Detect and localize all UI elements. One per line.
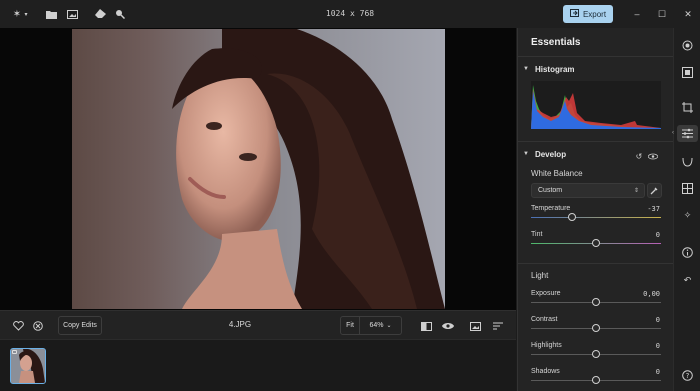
slider-value[interactable]: 0,00 [643,290,660,298]
image-dimensions: 1024 x 768 [325,9,375,18]
white-balance-select[interactable]: Custom ⇕ [531,183,645,198]
slider-handle[interactable] [592,376,600,384]
right-tool-rail: ✧ ↶ ? [673,28,700,391]
up-down-chevron-icon: ⇕ [633,188,639,194]
crop-icon[interactable] [681,101,694,114]
chevron-down-icon: ⌄ [386,323,392,329]
histogram-header[interactable]: ▼ Histogram [523,63,668,75]
slider-handle[interactable] [592,350,600,358]
undo-history-icon[interactable]: ↶ [681,274,694,287]
image-icon[interactable] [65,7,79,21]
slider-value[interactable]: 0 [656,368,660,376]
adjustments-sliders-icon[interactable] [681,127,694,140]
sort-lines-icon[interactable] [491,319,505,333]
slider-value[interactable]: 0 [656,342,660,350]
slider-label: Highlights [531,342,562,349]
panel-title: Essentials [531,37,581,48]
export-label: Export [582,9,607,19]
copy-edits-button[interactable]: Copy Edits [58,316,102,335]
title-bar: ✶ ▾ 1024 x 768 Export – ☐ ✕ [0,0,700,28]
chevron-down-icon[interactable]: ▾ [22,7,30,21]
essentials-panel: Essentials ▼ Histogram ▼ Develop ↺ White… [517,28,673,391]
eraser-icon[interactable] [93,7,107,21]
slider-label: Contrast [531,316,558,323]
develop-title: Develop [534,149,567,159]
export-icon [569,9,579,19]
slider-label: Temperature [531,205,571,212]
export-button[interactable]: Export [563,5,613,23]
reset-icon[interactable]: ↺ [634,151,644,161]
slider-handle[interactable] [592,239,600,247]
help-icon[interactable]: ? [681,369,694,382]
zoom-value: 64% [369,322,384,329]
edited-badge-icon [12,350,17,354]
photo-preview[interactable] [72,29,445,309]
folder-icon[interactable] [44,7,58,21]
eye-icon[interactable] [441,319,455,333]
eyedropper-icon[interactable] [647,183,662,198]
presets-icon[interactable] [681,39,694,52]
heart-icon[interactable] [11,319,25,333]
slider-value[interactable]: 0 [656,316,660,324]
search-icon[interactable] [113,7,127,21]
image-icon[interactable] [468,319,482,333]
zoom-dropdown[interactable]: 64% ⌄ [360,316,402,335]
caret-down-icon: ▼ [523,151,529,157]
bottom-toolbar: Copy Edits 4.JPG Fit 64% ⌄ [0,310,516,339]
slider-label: Shadows [531,368,560,375]
slider-value[interactable]: -37 [647,205,660,213]
close-icon[interactable]: ✕ [682,8,694,20]
white-balance-label: White Balance [531,169,583,178]
face-retouch-icon[interactable] [681,155,694,168]
filename-label: 4.JPG [228,320,252,329]
effects-sparkle-icon[interactable]: ✧ [681,209,694,222]
caret-down-icon: ▼ [523,66,529,72]
divider [518,56,673,57]
minimize-icon[interactable]: – [631,8,643,20]
slider-label: Exposure [531,290,561,297]
light-title: Light [531,271,549,280]
reject-icon[interactable] [31,319,45,333]
slider-label: Tint [531,231,543,238]
slider-handle[interactable] [567,213,576,221]
slider-value[interactable]: 0 [656,231,660,239]
develop-header[interactable]: ▼ Develop [523,148,668,160]
divider [518,263,673,264]
maximize-icon[interactable]: ☐ [656,8,668,20]
fit-button[interactable]: Fit [340,316,360,335]
svg-text:?: ? [686,372,690,380]
divider [518,141,673,142]
slider-track[interactable] [531,217,661,218]
filmstrip [0,339,516,391]
histogram-title: Histogram [534,64,575,74]
slider-handle[interactable] [592,298,600,306]
grid-layers-icon[interactable] [681,182,694,195]
panel-collapse-handle[interactable]: ‹ [672,130,675,136]
info-icon[interactable] [681,246,694,259]
white-balance-value: Custom [538,187,563,194]
slider-handle[interactable] [592,324,600,332]
eye-icon[interactable] [648,151,658,161]
compare-split-icon[interactable] [419,319,433,333]
select-object-icon[interactable] [681,66,694,79]
histogram [531,81,661,129]
